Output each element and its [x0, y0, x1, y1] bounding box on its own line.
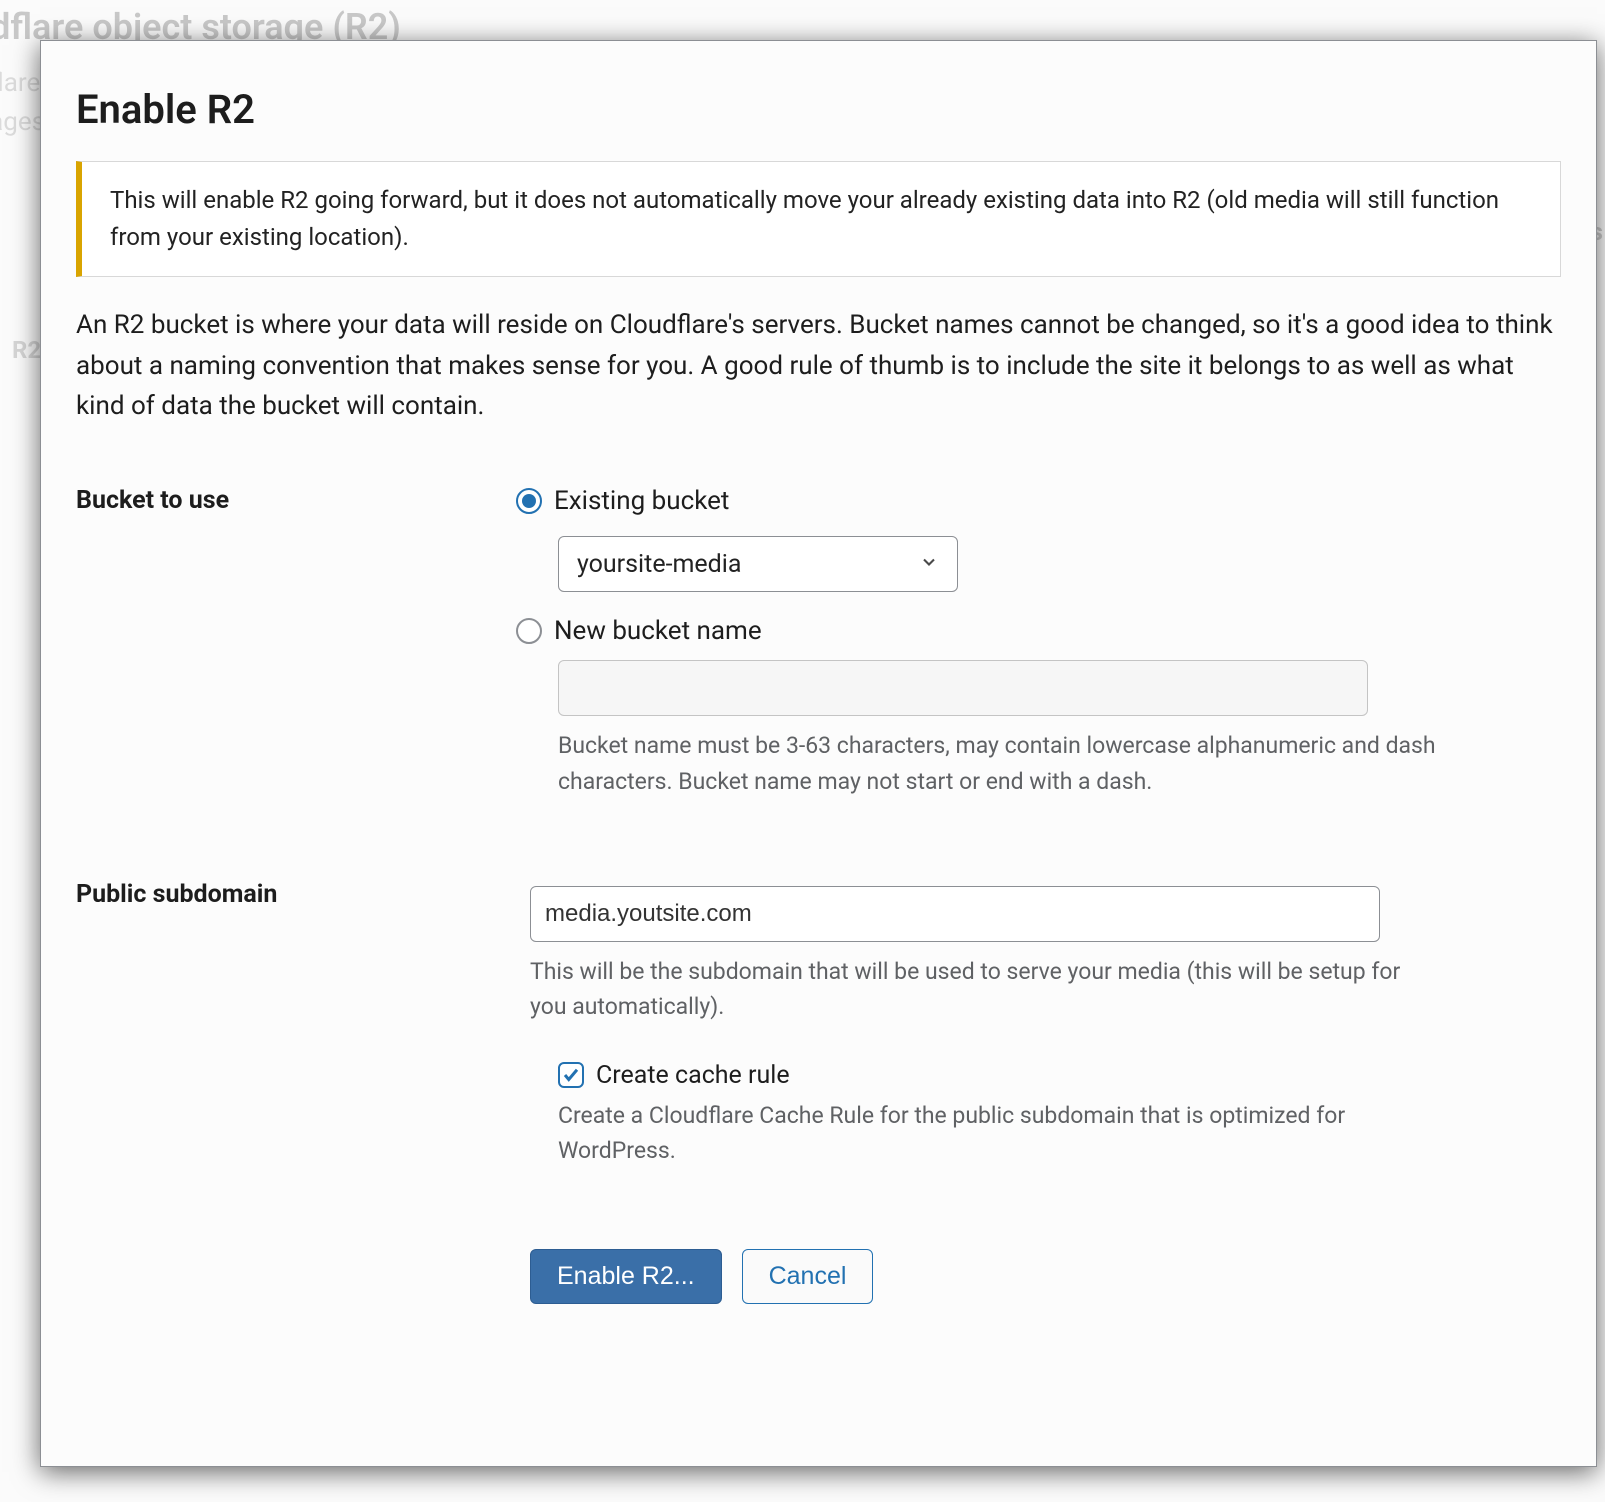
cache-rule-label: Create cache rule	[596, 1061, 790, 1090]
dialog-notice: This will enable R2 going forward, but i…	[76, 161, 1561, 277]
radio-icon-unchecked	[516, 618, 542, 644]
cancel-button[interactable]: Cancel	[742, 1249, 874, 1304]
subdomain-label: Public subdomain	[76, 880, 516, 1250]
cache-rule-helper: Create a Cloudflare Cache Rule for the p…	[558, 1098, 1448, 1169]
dialog-title: Enable R2	[76, 86, 1561, 133]
subdomain-helper: This will be the subdomain that will be …	[530, 954, 1420, 1025]
enable-r2-dialog: Enable R2 This will enable R2 going forw…	[40, 40, 1597, 1467]
enable-r2-button[interactable]: Enable R2...	[530, 1249, 722, 1304]
public-subdomain-input[interactable]	[530, 886, 1380, 942]
create-cache-rule-checkbox[interactable]: Create cache rule	[558, 1061, 1561, 1090]
new-bucket-radio-label: New bucket name	[554, 616, 762, 646]
new-bucket-name-input[interactable]	[558, 660, 1368, 716]
bucket-label: Bucket to use	[76, 486, 516, 879]
existing-bucket-radio-label: Existing bucket	[554, 486, 729, 516]
new-bucket-radio[interactable]: New bucket name	[516, 616, 1561, 646]
chevron-down-icon	[919, 550, 939, 579]
checkbox-checked-icon	[558, 1062, 584, 1088]
existing-bucket-value: yoursite-media	[577, 550, 741, 579]
dialog-intro: An R2 bucket is where your data will res…	[76, 305, 1561, 426]
existing-bucket-select[interactable]: yoursite-media	[558, 536, 958, 592]
existing-bucket-radio[interactable]: Existing bucket	[516, 486, 1561, 516]
radio-icon-checked	[516, 488, 542, 514]
new-bucket-helper: Bucket name must be 3-63 characters, may…	[558, 728, 1448, 799]
